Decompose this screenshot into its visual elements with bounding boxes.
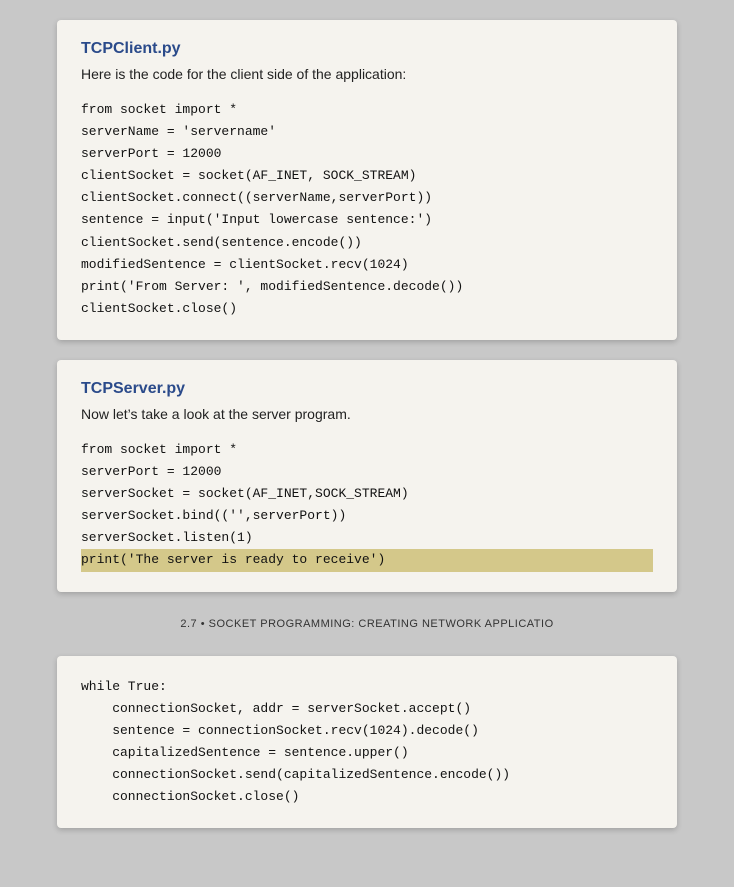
tcpserver-while-code: while True: connectionSocket, addr = ser…: [81, 676, 653, 809]
tcpserver-title: TCPServer.py: [81, 380, 653, 398]
footer-bullet: •: [201, 618, 205, 630]
tcpclient-code: from socket import * serverName = 'serve…: [81, 99, 653, 320]
tcpclient-description: Here is the code for the client side of …: [81, 64, 653, 85]
page-number: 2.7: [180, 618, 197, 630]
tcpserver-description: Now let’s take a look at the server prog…: [81, 404, 653, 425]
tcpclient-title: TCPClient.py: [81, 40, 653, 58]
tcpserver-code-top: from socket import * serverPort = 12000 …: [81, 439, 653, 572]
page-footer: 2.7 • SOCKET PROGRAMMING: CREATING NETWO…: [57, 612, 677, 636]
tcpserver-card: TCPServer.py Now let’s take a look at th…: [57, 360, 677, 592]
tcpserver-continuation-card: while True: connectionSocket, addr = ser…: [57, 656, 677, 829]
footer-text: SOCKET PROGRAMMING: CREATING NETWORK APP…: [209, 618, 554, 630]
tcpclient-card: TCPClient.py Here is the code for the cl…: [57, 20, 677, 340]
